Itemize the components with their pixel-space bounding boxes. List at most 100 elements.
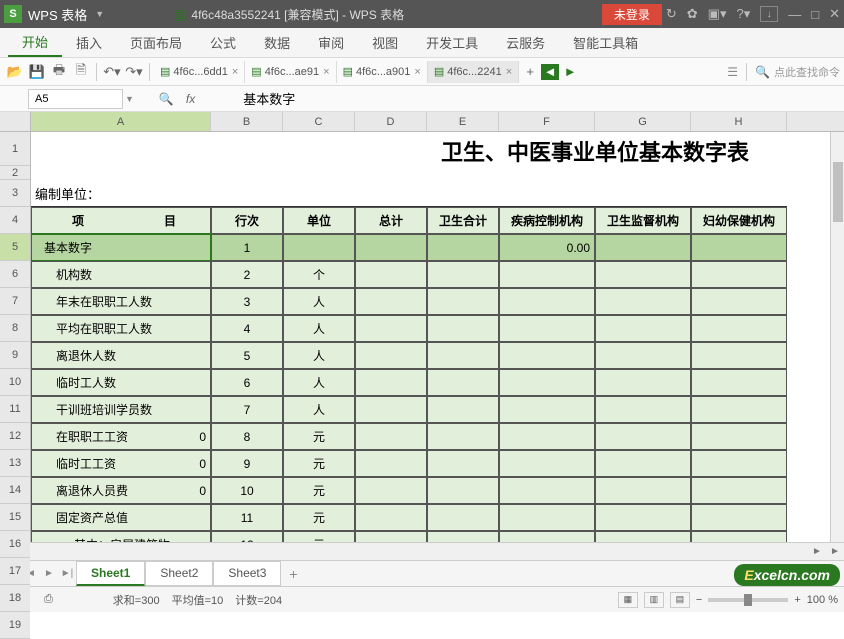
cell[interactable]: 项目 [31,207,211,234]
cell[interactable] [595,166,691,180]
cell[interactable] [211,166,283,180]
col-header-G[interactable]: G [595,112,691,131]
cell[interactable] [427,288,499,315]
cell[interactable]: 2 [211,261,283,288]
cell[interactable] [499,166,595,180]
cell[interactable]: 干训班培训学员数 [31,396,211,423]
cell[interactable] [595,504,691,531]
cell[interactable] [427,396,499,423]
cell[interactable] [499,504,595,531]
cell[interactable] [427,477,499,504]
cell[interactable] [283,234,355,261]
cell[interactable]: 疾病控制机构 [499,207,595,234]
formula-wizard-icon[interactable]: 🔍 [154,92,178,106]
cell[interactable] [31,132,211,166]
maximize-icon[interactable]: □ [811,7,819,22]
cell[interactable] [499,450,595,477]
cell[interactable] [595,180,691,207]
open-icon[interactable]: 📂 [4,61,26,83]
cell[interactable] [595,423,691,450]
cell[interactable] [595,234,691,261]
cell[interactable]: 年末在职职工人数 [31,288,211,315]
cell[interactable] [427,234,499,261]
row-header[interactable]: 10 [0,369,30,396]
cell[interactable]: 元 [283,477,355,504]
cell[interactable] [355,504,427,531]
cell[interactable] [355,423,427,450]
menu-公式[interactable]: 公式 [196,28,250,57]
cell[interactable] [595,477,691,504]
view-page-button[interactable]: ▥ [644,592,664,608]
row-header[interactable]: 7 [0,288,30,315]
close-tab-icon[interactable]: × [323,66,329,78]
cell[interactable] [595,450,691,477]
cell[interactable] [355,288,427,315]
close-tab-icon[interactable]: × [506,66,512,78]
menu-页面布局[interactable]: 页面布局 [116,28,196,57]
row-header[interactable]: 17 [0,558,30,585]
cell[interactable] [595,315,691,342]
cell[interactable]: 元 [283,450,355,477]
nav-next-button[interactable]: ► [559,61,581,83]
cell[interactable] [283,132,355,166]
row-header[interactable]: 19 [0,612,30,639]
cell[interactable] [427,504,499,531]
cell[interactable] [691,234,787,261]
search-icon[interactable]: 🔍 [755,65,770,79]
login-button[interactable]: 未登录 [602,4,662,25]
cell[interactable]: 其中：房屋建筑物 [31,531,211,542]
col-header-B[interactable]: B [211,112,283,131]
row-header[interactable]: 1 [0,132,30,166]
col-header-D[interactable]: D [355,112,427,131]
cell[interactable]: 9 [211,450,283,477]
cell[interactable] [283,180,355,207]
cell[interactable] [691,288,787,315]
cell[interactable] [499,261,595,288]
minimize-icon[interactable]: — [788,7,801,22]
cell[interactable]: 单位 [283,207,355,234]
cell[interactable] [355,261,427,288]
zoom-level[interactable]: 100 % [807,594,838,606]
cell[interactable] [691,504,787,531]
cell[interactable] [427,166,499,180]
add-sheet-button[interactable]: + [281,566,305,582]
cell[interactable]: 离退休人数 [31,342,211,369]
cell[interactable]: 卫生合计 [427,207,499,234]
undo-icon[interactable]: ↶▾ [101,61,123,83]
nav-prev-button[interactable]: ◄ [541,64,559,80]
sheet-tab-Sheet1[interactable]: Sheet1 [76,561,145,586]
cell[interactable]: 妇幼保健机构 [691,207,787,234]
skin-icon[interactable]: ▣▾ [708,6,727,22]
cell[interactable] [427,369,499,396]
cell[interactable] [427,423,499,450]
help-icon[interactable]: ?▾ [736,6,750,22]
cell[interactable] [499,342,595,369]
cell[interactable]: 3 [211,288,283,315]
cell[interactable] [595,261,691,288]
fx-label[interactable]: fx [186,92,195,106]
cell[interactable]: 行次 [211,207,283,234]
cell[interactable] [691,315,787,342]
menu-云服务[interactable]: 云服务 [492,28,559,57]
row-header[interactable]: 13 [0,450,30,477]
doc-tab[interactable]: ▤4f6c...6dd1× [154,61,245,83]
name-box[interactable]: A5 [28,89,123,109]
print-preview-icon[interactable]: 🗎 [70,61,92,83]
cell[interactable] [427,342,499,369]
view-reading-button[interactable]: ▤ [670,592,690,608]
cell[interactable]: 8 [211,423,283,450]
cell[interactable] [499,315,595,342]
redo-icon[interactable]: ↷▾ [123,61,145,83]
cell[interactable] [499,477,595,504]
doc-tab[interactable]: ▤4f6c...a901× [337,61,428,83]
col-header-H[interactable]: H [691,112,787,131]
cell[interactable]: 1 [211,234,283,261]
row-header[interactable]: 5 [0,234,30,261]
row-header[interactable]: 6 [0,261,30,288]
cell[interactable] [427,261,499,288]
cell[interactable] [355,180,427,207]
cell[interactable]: 人 [283,369,355,396]
menu-智能工具箱[interactable]: 智能工具箱 [559,28,652,57]
cell[interactable]: 基本数字 [31,234,211,261]
cell[interactable]: 在职职工工资0 [31,423,211,450]
